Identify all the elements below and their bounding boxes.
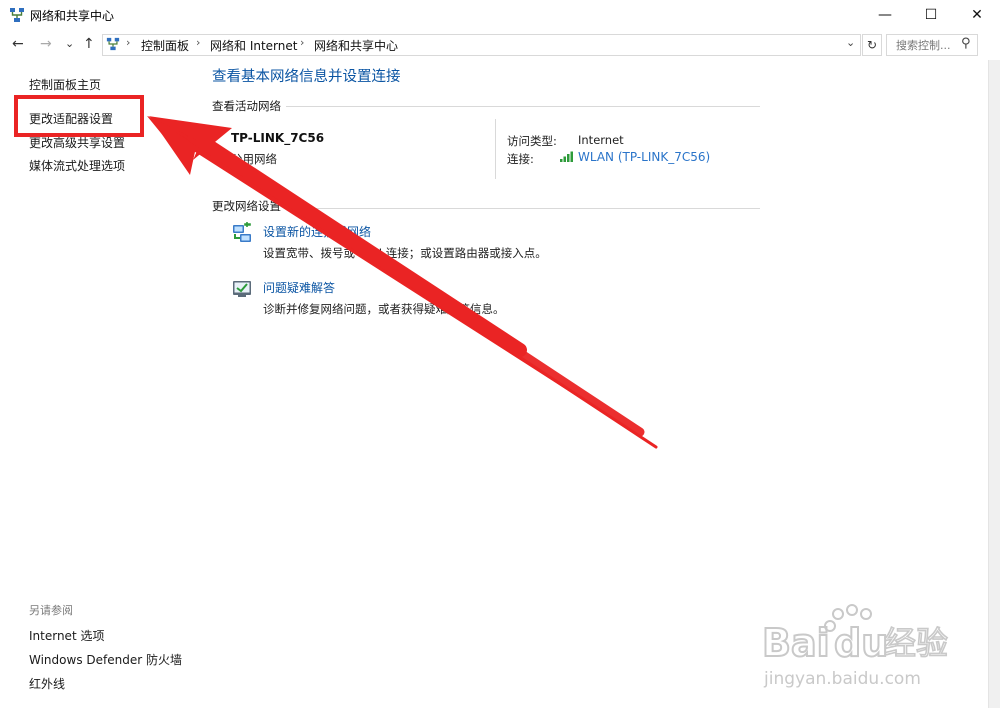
connection-label: 连接: [507,152,534,166]
connection-wlan-link[interactable]: WLAN (TP-LINK_7C56) [578,150,710,164]
search-placeholder: 搜索控制... [896,39,951,52]
breadcrumb-control-panel[interactable]: 控制面板 [141,37,189,54]
recent-locations-button[interactable]: ⌄ [65,37,74,50]
divider [286,106,760,107]
active-networks-heading: 查看活动网络 [212,99,281,113]
breadcrumb-network-internet[interactable]: 网络和 Internet [210,37,297,54]
page-title: 查看基本网络信息并设置连接 [212,69,401,85]
link-media-streaming-options[interactable]: 媒体流式处理选项 [29,157,125,174]
breadcrumb-separator: › [196,36,201,49]
troubleshoot-icon [233,281,251,297]
network-setup-icon [233,222,251,242]
change-network-settings-heading: 更改网络设置 [212,199,281,213]
link-control-panel-home[interactable]: 控制面板主页 [29,76,101,93]
maximize-button[interactable]: ☐ [908,0,954,30]
see-also-heading: 另请参阅 [29,604,73,617]
watermark-brand-bai: Bai [762,621,830,665]
baidu-jingyan-watermark-logo: Bai du 经验 jingyan.baidu.com [762,604,949,689]
network-center-icon [10,8,24,22]
refresh-button[interactable]: ↻ [862,34,882,56]
divider [495,119,496,179]
close-button[interactable]: ✕ [954,0,1000,30]
address-dropdown-button[interactable]: ⌄ [846,36,855,49]
link-windows-defender-firewall[interactable]: Windows Defender 防火墙 [29,651,182,668]
link-infrared[interactable]: 红外线 [29,675,65,692]
back-button[interactable]: ← [12,36,24,52]
minimize-button[interactable]: — [862,0,908,30]
access-type-label: 访问类型: [507,134,557,148]
troubleshoot-description: 诊断并修复网络问题，或者获得疑难解答信息。 [263,302,505,316]
watermark-brand-du: du [834,621,888,665]
setup-connection-link[interactable]: 设置新的连接或网络 [263,223,371,240]
network-center-icon [106,37,120,51]
search-icon[interactable]: ⚲ [961,36,971,51]
divider [286,208,760,209]
setup-connection-description: 设置宽带、拨号或 VPN 连接；或设置路由器或接入点。 [263,246,547,260]
wifi-signal-icon [560,151,573,162]
breadcrumb-separator: › [300,36,305,49]
link-internet-options[interactable]: Internet 选项 [29,627,104,644]
annotation-highlight-box [14,95,144,137]
watermark-brand-cn: 经验 [884,624,948,662]
troubleshoot-link[interactable]: 问题疑难解答 [263,279,335,296]
breadcrumb-network-sharing-center[interactable]: 网络和共享中心 [314,37,398,54]
network-name: TP-LINK_7C56 [231,131,325,145]
watermark-url: jingyan.baidu.com [763,669,921,689]
forward-button[interactable]: → [40,36,52,52]
title-bar [0,0,1000,30]
up-button[interactable]: ↑ [83,36,95,52]
window-title: 网络和共享中心 [30,9,115,23]
breadcrumb-separator: › [126,36,131,49]
network-type: 公用网络 [231,152,277,166]
access-type-value: Internet [578,133,624,147]
